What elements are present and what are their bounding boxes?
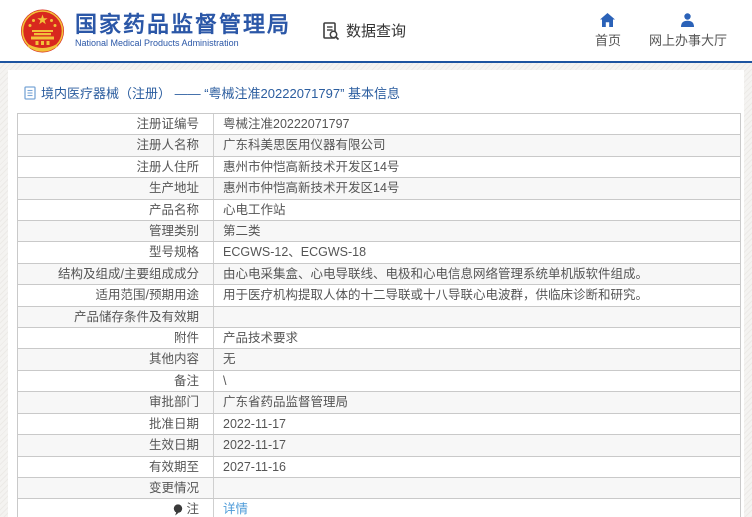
table-row: 变更情况 bbox=[18, 477, 740, 500]
row-value: 产品技术要求 bbox=[223, 331, 299, 346]
table-row: 生效日期 2022-11-17 bbox=[18, 435, 740, 457]
row-label: 有效期至 bbox=[18, 456, 214, 477]
table-row: 注册人住所 惠州市仲恺高新技术开发区14号 bbox=[18, 156, 740, 179]
site-title-cn: 国家药品监督管理局 bbox=[75, 12, 292, 37]
site-header: 国家药品监督管理局 National Medical Products Admi… bbox=[0, 0, 752, 63]
data-query-label: 数据查询 bbox=[346, 23, 407, 40]
registration-info-table: 注册证编号 粤械注准20222071797 注册人名称 广东科美思医用仪器有限公司 … bbox=[17, 113, 741, 517]
nav-item-home[interactable]: 首页 bbox=[594, 12, 621, 49]
table-row: 审批部门 广东省药品监督管理局 bbox=[18, 392, 740, 414]
home-icon bbox=[600, 12, 616, 27]
table-row: 注册人名称 广东科美思医用仪器有限公司 bbox=[18, 135, 740, 157]
row-value: 第二类 bbox=[223, 224, 261, 239]
row-value: 由心电采集盒、心电导联线、电极和心电信息网络管理系统单机版软件组成。 bbox=[223, 266, 649, 281]
row-label: 审批部门 bbox=[18, 392, 214, 413]
row-label: 生产地址 bbox=[18, 178, 214, 199]
breadcrumb: 境内医疗器械（注册） —— “粤械注准20222071797” 基本信息 bbox=[17, 74, 735, 113]
row-label: 结构及组成/主要组成成分 bbox=[18, 263, 214, 285]
row-label: 型号规格 bbox=[18, 242, 214, 263]
row-label: 管理类别 bbox=[18, 221, 214, 242]
row-value-note: 详情 bbox=[214, 499, 740, 517]
document-icon bbox=[24, 85, 36, 100]
table-row: 型号规格 ECGWS-12、ECGWS-18 bbox=[18, 242, 740, 264]
row-value bbox=[214, 307, 740, 327]
content-card: 境内医疗器械（注册） —— “粤械注准20222071797” 基本信息 注册证… bbox=[8, 70, 744, 517]
row-label: 备注 bbox=[18, 370, 214, 392]
row-value: 2027-11-16 bbox=[223, 459, 287, 474]
table-row: 批准日期 2022-11-17 bbox=[18, 413, 740, 436]
row-label: 注册人名称 bbox=[18, 135, 214, 156]
data-query-menu[interactable]: 数据查询 bbox=[321, 20, 406, 41]
details-link[interactable]: 详情 bbox=[223, 502, 248, 516]
row-label: 生效日期 bbox=[18, 435, 214, 456]
row-value: \ bbox=[223, 373, 227, 388]
header-nav: 首页 网上办事大厅 bbox=[594, 12, 727, 49]
row-value: 心电工作站 bbox=[223, 202, 286, 217]
nav-label-home: 首页 bbox=[594, 32, 621, 48]
row-value: ECGWS-12、ECGWS-18 bbox=[223, 245, 367, 260]
national-emblem-icon bbox=[21, 9, 64, 52]
table-row: 注册证编号 粤械注准20222071797 bbox=[18, 114, 740, 136]
row-value: 广东省药品监督管理局 bbox=[223, 395, 349, 410]
row-label-note: 注 bbox=[18, 499, 214, 517]
row-label: 其他内容 bbox=[18, 349, 214, 370]
row-value: 广东科美思医用仪器有限公司 bbox=[223, 138, 386, 153]
nav-label-service-hall: 网上办事大厅 bbox=[648, 32, 727, 48]
row-label: 批准日期 bbox=[18, 413, 214, 435]
row-value: 2022-11-17 bbox=[223, 416, 287, 431]
person-icon bbox=[681, 12, 695, 27]
note-balloon-icon bbox=[174, 503, 183, 516]
row-label: 注册人住所 bbox=[18, 156, 214, 178]
row-value: 惠州市仲恺高新技术开发区14号 bbox=[223, 159, 400, 174]
table-row: 产品名称 心电工作站 bbox=[18, 199, 740, 222]
table-row: 其他内容无 bbox=[18, 349, 740, 371]
row-value bbox=[214, 478, 740, 498]
row-value: 惠州市仲恺高新技术开发区14号 bbox=[223, 181, 400, 196]
table-row: 附件 产品技术要求 bbox=[18, 328, 740, 350]
row-value: 粤械注准20222071797 bbox=[223, 117, 350, 131]
row-label: 注册证编号 bbox=[18, 114, 214, 135]
brand-logo[interactable]: 国家药品监督管理局 National Medical Products Admi… bbox=[20, 8, 291, 54]
table-row: 有效期至 2027-11-16 bbox=[18, 456, 740, 478]
table-row: 结构及组成/主要组成成分 由心电采集盒、心电导联线、电极和心电信息网络管理系统单机… bbox=[18, 263, 740, 286]
row-label: 产品储存条件及有效期 bbox=[18, 306, 214, 328]
table-row: 备注 \ bbox=[18, 370, 740, 393]
row-label: 产品名称 bbox=[18, 199, 214, 221]
row-label: 适用范围/预期用途 bbox=[18, 285, 214, 306]
table-row: 适用范围/预期用途 用于医疗机构提取人体的十二导联或十八导联心电波群，供临床诊断和… bbox=[18, 285, 740, 307]
row-value: 无 bbox=[223, 352, 236, 367]
site-title-en: National Medical Products Administration bbox=[75, 38, 239, 48]
document-search-icon bbox=[323, 21, 340, 40]
page-title: 境内医疗器械（注册） —— “粤械注准20222071797” 基本信息 bbox=[41, 86, 401, 101]
table-row-note: 注 详情 bbox=[18, 499, 740, 517]
table-row: 产品储存条件及有效期 bbox=[18, 306, 740, 329]
row-label: 附件 bbox=[18, 328, 214, 349]
table-row: 生产地址 惠州市仲恺高新技术开发区14号 bbox=[18, 178, 740, 200]
row-value: 用于医疗机构提取人体的十二导联或十八导联心电波群，供临床诊断和研究。 bbox=[223, 288, 649, 303]
row-value: 2022-11-17 bbox=[223, 438, 287, 453]
row-label: 变更情况 bbox=[18, 477, 214, 499]
table-row: 管理类别 第二类 bbox=[18, 221, 740, 243]
nav-item-service-hall[interactable]: 网上办事大厅 bbox=[648, 12, 727, 49]
